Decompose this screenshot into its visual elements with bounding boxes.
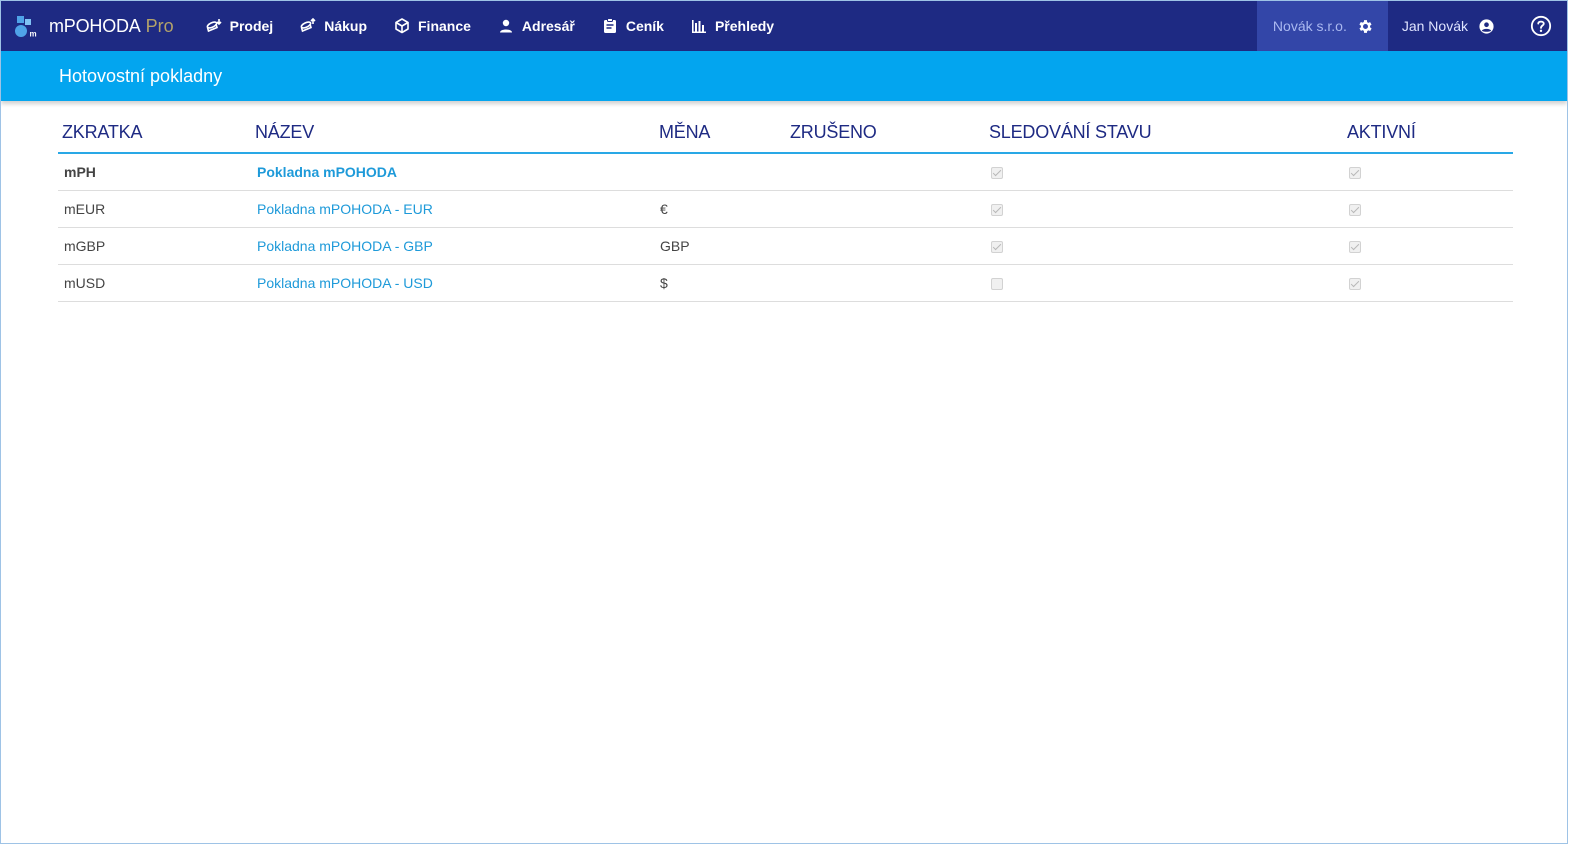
- brand-home-link[interactable]: m mPOHODA Pro: [15, 1, 174, 51]
- table-row[interactable]: mEUR Pokladna mPOHODA - EUR €: [58, 191, 1513, 228]
- cell-abbr: mPH: [64, 164, 96, 180]
- cell-tracking: [989, 164, 1347, 180]
- cell-currency: GBP: [660, 238, 690, 254]
- svg-text:m: m: [30, 30, 37, 39]
- nav-item-adresar[interactable]: Adresář: [484, 1, 588, 51]
- nav-label: Adresář: [521, 18, 575, 34]
- cell-name-link[interactable]: Pokladna mPOHODA - GBP: [255, 238, 658, 254]
- cell-tracking: [989, 238, 1347, 254]
- column-header-cancelled[interactable]: ZRUŠENO: [789, 120, 989, 143]
- tracking-checkbox: [991, 241, 1003, 254]
- nav-item-cenik[interactable]: Ceník: [588, 1, 677, 51]
- clipboard-icon: [603, 18, 616, 33]
- active-checkbox: [1349, 167, 1361, 180]
- top-navbar: m mPOHODA Pro Prodej Nákup Finance Adres…: [1, 1, 1567, 51]
- nav-item-nakup[interactable]: Nákup: [286, 1, 380, 51]
- help-circle-icon: [1530, 15, 1552, 37]
- brand-edition: Pro: [145, 15, 174, 36]
- mpohoda-logo-icon: m: [15, 16, 39, 39]
- cell-name-link[interactable]: Pokladna mPOHODA: [255, 164, 658, 180]
- finance-cube-icon: [395, 18, 409, 34]
- tracking-checkbox: [991, 167, 1003, 180]
- tracking-checkbox: [991, 278, 1003, 291]
- column-header-name[interactable]: NÁZEV: [255, 120, 658, 143]
- coins-in-icon: [206, 19, 222, 33]
- table-header: ZKRATKA NÁZEV MĚNA ZRUŠENO SLEDOVÁNÍ STA…: [58, 111, 1513, 154]
- cell-tracking: [989, 275, 1347, 291]
- coins-out-icon: [300, 17, 316, 33]
- cell-active: [1347, 238, 1513, 254]
- nav-label: Nákup: [324, 18, 367, 34]
- active-checkbox: [1349, 278, 1361, 291]
- cell-active: [1347, 164, 1513, 180]
- nav-item-prodej[interactable]: Prodej: [192, 1, 287, 51]
- cell-tracking: [989, 201, 1347, 217]
- cash-registers-table: ZKRATKA NÁZEV MĚNA ZRUŠENO SLEDOVÁNÍ STA…: [58, 111, 1513, 302]
- cell-name-link[interactable]: Pokladna mPOHODA - EUR: [255, 201, 658, 217]
- user-name: Jan Novák: [1401, 18, 1468, 34]
- column-header-abbr[interactable]: ZKRATKA: [58, 120, 255, 143]
- cell-currency: $: [660, 275, 668, 291]
- account-circle-icon: [1479, 18, 1494, 34]
- cell-currency: €: [660, 201, 668, 217]
- cell-abbr: mGBP: [64, 238, 106, 254]
- column-header-tracking[interactable]: SLEDOVÁNÍ STAVU: [989, 120, 1347, 143]
- nav-label: Prodej: [229, 18, 274, 34]
- company-selector[interactable]: Novák s.r.o.: [1256, 1, 1388, 51]
- nav-item-finance[interactable]: Finance: [380, 1, 484, 51]
- nav-label: Přehledy: [714, 18, 775, 34]
- cell-name-link[interactable]: Pokladna mPOHODA - USD: [255, 275, 658, 291]
- bar-chart-icon: [691, 20, 706, 33]
- user-menu[interactable]: Jan Novák: [1388, 1, 1509, 51]
- table-row[interactable]: mGBP Pokladna mPOHODA - GBP GBP: [58, 228, 1513, 265]
- help-button[interactable]: [1521, 1, 1561, 51]
- company-name: Novák s.r.o.: [1272, 18, 1347, 34]
- brand-name: mPOHODA: [49, 15, 141, 36]
- navbar-right: Novák s.r.o. Jan Novák: [1256, 1, 1567, 51]
- nav-item-prehledy[interactable]: Přehledy: [677, 1, 787, 51]
- nav-label: Ceník: [625, 18, 664, 34]
- page-header: Hotovostní pokladny: [1, 51, 1567, 101]
- cell-abbr: mEUR: [64, 201, 106, 217]
- app-window: m mPOHODA Pro Prodej Nákup Finance Adres…: [0, 0, 1568, 844]
- cell-active: [1347, 275, 1513, 291]
- column-header-active[interactable]: AKTIVNÍ: [1347, 120, 1513, 143]
- table-row[interactable]: mUSD Pokladna mPOHODA - USD $: [58, 265, 1513, 302]
- column-header-currency[interactable]: MĚNA: [658, 120, 789, 143]
- table-row[interactable]: mPH Pokladna mPOHODA: [58, 154, 1513, 191]
- page-title: Hotovostní pokladny: [59, 65, 223, 86]
- active-checkbox: [1349, 204, 1361, 217]
- cell-active: [1347, 201, 1513, 217]
- cell-abbr: mUSD: [64, 275, 106, 291]
- main-menu: Prodej Nákup Finance Adresář Ceník Přehl…: [192, 1, 787, 51]
- active-checkbox: [1349, 241, 1361, 254]
- nav-label: Finance: [418, 18, 471, 34]
- gear-icon: [1359, 19, 1372, 33]
- tracking-checkbox: [991, 204, 1003, 217]
- person-icon: [499, 19, 512, 33]
